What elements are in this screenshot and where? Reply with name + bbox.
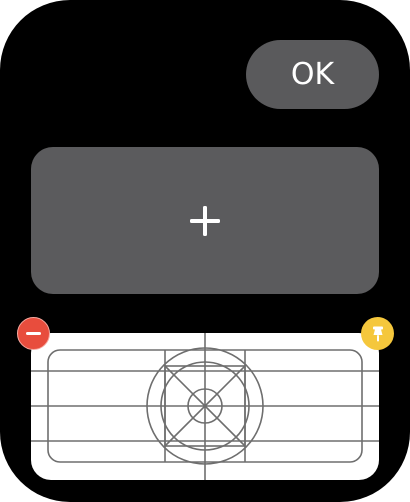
ok-button[interactable]: OK	[246, 40, 379, 109]
complication-tile[interactable]	[31, 333, 379, 480]
minus-icon	[26, 332, 41, 335]
add-tile-button[interactable]	[31, 147, 379, 294]
pin-complication-button[interactable]	[361, 317, 394, 350]
app-icon-template-grid-icon	[31, 333, 379, 480]
plus-icon	[190, 205, 220, 236]
remove-complication-button[interactable]	[17, 317, 50, 350]
watch-screen: OK	[0, 0, 410, 502]
pin-icon	[372, 326, 383, 341]
